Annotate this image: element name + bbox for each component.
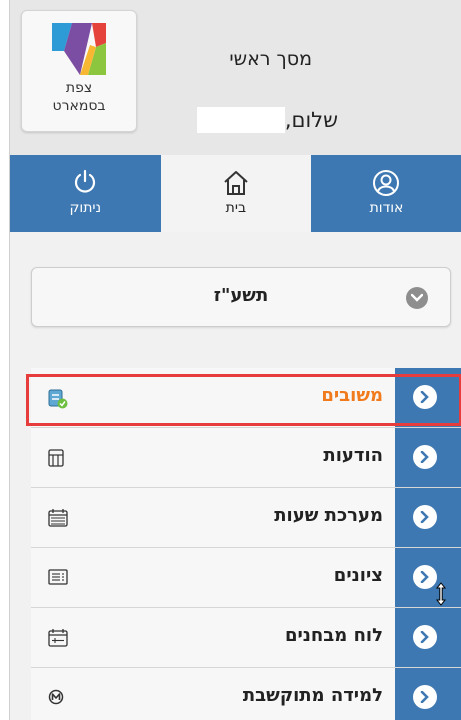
- resize-cursor-icon: [435, 582, 447, 606]
- tab-home-label: בית: [225, 200, 247, 216]
- chevron-down-icon: [406, 287, 428, 309]
- chevron-right-icon: [413, 625, 437, 649]
- main-menu: משובים הודעות מערכת שעות ציונים לוח מבחנ…: [31, 368, 461, 720]
- greeting-text: שלום,: [284, 108, 338, 132]
- app-frame: צפת בסמארט מסך ראשי שלום, ניתוק בית אודו…: [9, 0, 461, 720]
- chevron-right-icon: [413, 505, 437, 529]
- menu-item-timetable-label: מערכת שעות: [274, 505, 383, 526]
- menu-item-exam-calendar-arrow[interactable]: [395, 608, 461, 667]
- chevron-right-icon: [413, 385, 437, 409]
- feedback-icon: [48, 389, 68, 409]
- chevron-right-icon: [413, 565, 437, 589]
- menu-item-messages-label: הודעות: [323, 445, 383, 466]
- tab-home[interactable]: בית: [160, 155, 312, 232]
- app-header: צפת בסמארט מסך ראשי שלום,: [10, 0, 461, 155]
- home-icon: [224, 171, 248, 195]
- tab-logout[interactable]: ניתוק: [10, 155, 161, 232]
- year-dropdown[interactable]: תשע"ז: [31, 267, 451, 327]
- menu-item-messages-arrow[interactable]: [395, 428, 461, 487]
- menu-item-exam-calendar-label: לוח מבחנים: [284, 625, 383, 646]
- app-logo-text: צפת בסמארט: [22, 79, 136, 115]
- menu-item-grades-arrow[interactable]: [395, 548, 461, 607]
- app-logo-icon: [52, 23, 106, 75]
- menu-item-timetable-arrow[interactable]: [395, 488, 461, 547]
- app-logo-button[interactable]: צפת בסמארט: [21, 10, 137, 132]
- timetable-icon: [48, 509, 68, 527]
- menu-item-e-learning-arrow[interactable]: [395, 668, 461, 720]
- menu-item-feedback-arrow[interactable]: [395, 368, 461, 427]
- year-dropdown-value: תשע"ז: [213, 285, 269, 306]
- logo-line-1: צפת: [65, 80, 93, 96]
- exam-calendar-icon: [48, 629, 68, 647]
- power-icon: [75, 169, 96, 193]
- logo-line-2: בסמארט: [52, 98, 106, 114]
- messages-icon: [48, 449, 64, 467]
- grades-icon: [48, 569, 68, 585]
- person-icon: [373, 170, 400, 196]
- menu-item-e-learning[interactable]: למידה מתוקשבת: [31, 668, 461, 720]
- menu-item-grades-label: ציונים: [333, 565, 383, 586]
- menu-item-grades[interactable]: ציונים: [31, 548, 461, 608]
- page-title: מסך ראשי: [229, 48, 312, 70]
- menu-item-feedback-label: משובים: [321, 385, 383, 406]
- chevron-right-icon: [413, 445, 437, 469]
- redacted-user-name: [196, 107, 285, 133]
- menu-item-messages[interactable]: הודעות: [31, 428, 461, 488]
- menu-item-exam-calendar[interactable]: לוח מבחנים: [31, 608, 461, 668]
- nav-tabs: ניתוק בית אודות: [10, 155, 461, 232]
- e-learning-icon: [48, 689, 64, 705]
- chevron-right-icon: [413, 685, 437, 709]
- menu-item-timetable[interactable]: מערכת שעות: [31, 488, 461, 548]
- tab-about[interactable]: אודות: [311, 155, 461, 232]
- greeting-row: שלום,: [196, 107, 338, 133]
- menu-item-e-learning-label: למידה מתוקשבת: [242, 685, 383, 706]
- menu-item-feedback[interactable]: משובים: [31, 368, 461, 428]
- tab-about-label: אודות: [369, 200, 404, 216]
- tab-logout-label: ניתוק: [69, 200, 102, 216]
